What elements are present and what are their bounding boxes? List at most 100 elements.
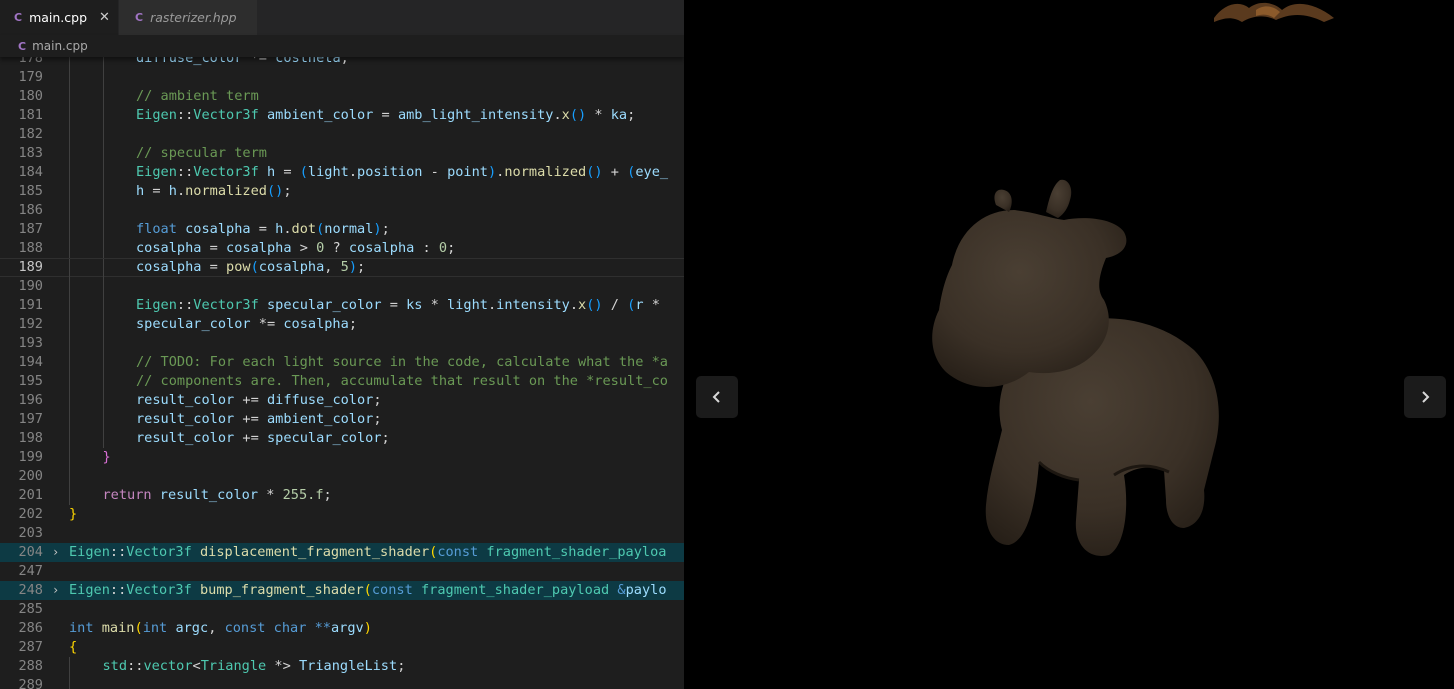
code-line[interactable]: 192 specular_color *= cosalpha; [0,315,684,334]
line-number: 199 [18,449,43,465]
indent-guide [69,87,70,106]
code-token: * [643,297,660,313]
code-line[interactable]: 194 // TODO: For each light source in the… [0,353,684,372]
code-line[interactable]: 186 [0,201,684,220]
tab-rasterizer-hpp[interactable]: C rasterizer.hpp [119,0,257,35]
code-token: // components are. Then, accumulate that… [136,373,668,389]
code-editor[interactable]: C main.cpp ✕ C rasterizer.hpp C main.cpp… [0,0,684,689]
chevron-right-icon [1422,391,1430,403]
line-number: 195 [18,373,43,389]
code-line[interactable]: 200 [0,467,684,486]
code-token: * [586,107,611,123]
code-token: normalized [504,164,587,180]
line-number: 192 [18,316,43,332]
code-line[interactable]: 247 [0,562,684,581]
next-image-button[interactable] [1404,376,1446,418]
indent-guide [69,467,70,486]
code-line[interactable]: 204 › Eigen::Vector3f displacement_fragmen… [0,543,684,562]
code-line[interactable]: 286 int main(int argc, const char **argv) [0,619,684,638]
cpp-file-icon: C [14,11,23,24]
image-viewer [684,0,1454,689]
code-line[interactable]: 203 [0,524,684,543]
code-line[interactable]: 197 result_color += ambient_color; [0,410,684,429]
breadcrumb-file[interactable]: main.cpp [32,39,88,53]
code-token: result_color [136,411,235,427]
prev-image-button[interactable] [696,376,738,418]
tab-main-cpp[interactable]: C main.cpp ✕ [0,0,118,35]
indent-guide [102,334,104,353]
code-line[interactable]: 289 [0,676,684,689]
code-line[interactable]: 195 // components are. Then, accumulate t… [0,372,684,391]
code-token: < [192,658,201,674]
code-token: light [447,297,488,313]
code-text: // components are. Then, accumulate that… [136,372,668,391]
code-line[interactable]: 181 Eigen::Vector3f ambient_color = amb_l… [0,106,684,125]
code-line[interactable]: 183 // specular term [0,144,684,163]
line-number: 181 [18,107,43,123]
code-line[interactable]: 178 diffuse_color *= costheta; [0,56,684,68]
code-line[interactable]: 196 result_color += diffuse_color; [0,391,684,410]
code-line[interactable]: 201 return result_color * 255.f; [0,486,684,505]
fold-chevron-icon[interactable]: › [52,581,59,600]
code-token: Triangle [200,658,267,674]
code-token: displacement_fragment_shader [199,544,430,560]
indent-guide [102,239,104,258]
code-line[interactable]: 285 [0,600,684,619]
code-text: Eigen::Vector3f ambient_color = amb_ligh… [136,106,635,125]
line-number: 200 [18,468,43,484]
code-line[interactable]: 189 cosalpha = pow(cosalpha, 5); [0,258,684,278]
code-line[interactable]: 184 Eigen::Vector3f h = (light.position -… [0,163,684,182]
code-token: const [224,620,266,636]
code-line[interactable]: 188 cosalpha = cosalpha > 0 ? cosalpha : … [0,239,684,258]
close-icon[interactable]: ✕ [99,10,110,25]
rendered-cow-model [932,2,1334,556]
code-token: fragment_shader_payloa [486,544,667,560]
code-token: ; [357,259,366,275]
line-number: 203 [18,525,43,541]
code-text: std::vector<Triangle *> TriangleList; [103,657,406,676]
code-line[interactable]: 288 std::vector<Triangle *> TriangleList; [0,657,684,676]
indent-guide [102,277,104,296]
code-token: = [201,259,227,275]
code-line[interactable]: 185 h = h.normalized(); [0,182,684,201]
line-number: 287 [18,639,43,655]
code-token: += [234,411,267,427]
code-line[interactable]: 202} [0,505,684,524]
code-token: result_color [136,392,235,408]
indent-guide [102,201,104,220]
breadcrumb: C main.cpp [0,35,684,57]
code-line[interactable]: 199} [0,448,684,467]
code-text: float cosalpha = h.dot(normal); [136,220,390,239]
code-token: h [168,183,177,199]
code-token: costheta [275,56,341,66]
code-token: position [357,164,423,180]
code-line[interactable]: 193 [0,334,684,353]
fold-chevron-icon[interactable]: › [52,543,59,562]
indent-guide [102,182,104,201]
code-token: const [437,544,479,560]
code-token: specular_color [266,297,382,313]
code-line[interactable]: 191 Eigen::Vector3f specular_color = ks *… [0,296,684,315]
code-line[interactable]: 187 float cosalpha = h.dot(normal); [0,220,684,239]
code-token: :: [109,582,127,598]
code-token: () [266,183,284,199]
code-line[interactable]: 248 › Eigen::Vector3f bump_fragment_shader… [0,581,684,600]
code-token: // ambient term [136,88,259,104]
indent-guide [69,429,70,448]
code-token: ; [323,487,332,503]
line-number: 184 [18,164,43,180]
code-line[interactable]: 287 { [0,638,684,657]
code-text: // TODO: For each light source in the co… [136,353,668,372]
tab-label: main.cpp [29,10,88,25]
code-line[interactable]: 198 result_color += specular_color; [0,429,684,448]
code-line[interactable]: 182 [0,125,684,144]
code-area[interactable]: 178 diffuse_color *= costheta; 179 180// am… [0,56,684,689]
indent-guide [69,448,70,467]
code-line[interactable]: 190 [0,277,684,296]
code-token: ( [134,620,143,636]
code-line[interactable]: 180 // ambient term [0,87,684,106]
code-line[interactable]: 179 [0,68,684,87]
indent-guide [102,68,104,87]
